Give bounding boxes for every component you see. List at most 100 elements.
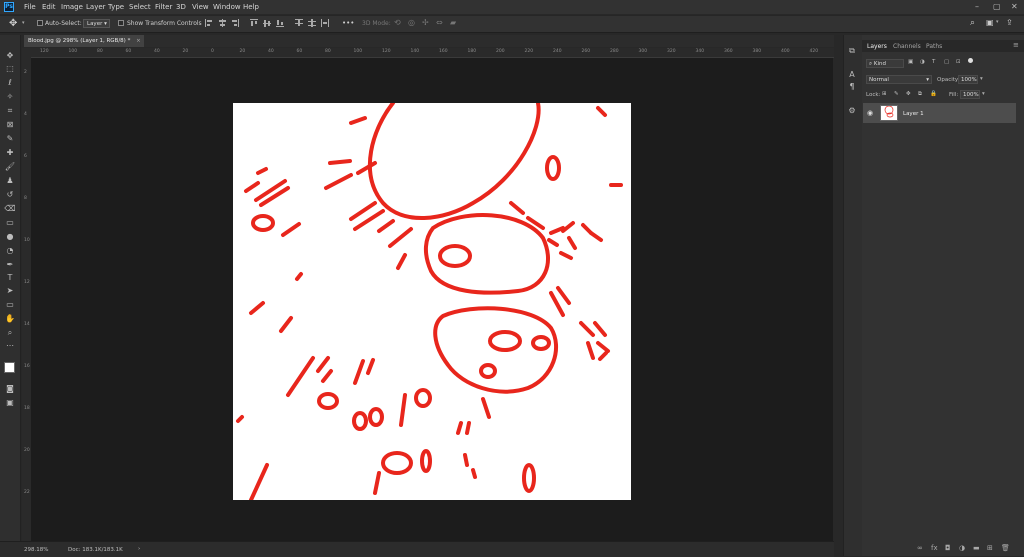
move-tool-icon[interactable]: ✥ — [9, 18, 17, 29]
close-tab-icon[interactable]: × — [136, 38, 141, 44]
history-panel-icon[interactable]: ⧉ — [847, 46, 857, 56]
clone-stamp-tool-icon[interactable]: ♟ — [4, 176, 16, 186]
lock-transparent-icon[interactable]: ⊞ — [882, 91, 887, 97]
blur-tool-icon[interactable]: ● — [4, 232, 16, 242]
tab-layers[interactable]: Layers — [867, 43, 887, 50]
menu-file[interactable]: File — [24, 3, 36, 11]
eraser-tool-icon[interactable]: ⌫ — [4, 204, 16, 214]
character-panel-icon[interactable]: A — [847, 70, 857, 80]
maximize-icon[interactable]: ▢ — [993, 2, 1001, 11]
align-left-icon[interactable] — [205, 19, 213, 27]
dodge-tool-icon[interactable]: ◔ — [4, 246, 16, 256]
menu-layer[interactable]: Layer — [86, 3, 106, 11]
layer-style-icon[interactable]: fx — [931, 544, 938, 552]
zoom-tool-icon[interactable]: ⌕ — [4, 328, 16, 338]
filter-type-icon[interactable]: T — [932, 59, 935, 65]
gradient-tool-icon[interactable]: ▭ — [4, 218, 16, 228]
link-layers-icon[interactable]: ∞ — [917, 544, 923, 552]
marquee-tool-icon[interactable]: ⬚ — [4, 64, 16, 74]
healing-brush-tool-icon[interactable]: ✚ — [4, 148, 16, 158]
panel-menu-icon[interactable]: ≡ — [1013, 41, 1019, 49]
workspace-icon[interactable]: ▣ — [986, 18, 994, 27]
menu-edit[interactable]: Edit — [42, 3, 56, 11]
lock-artboard-icon[interactable]: ⧉ — [918, 91, 922, 98]
magic-wand-tool-icon[interactable]: ✧ — [4, 92, 16, 102]
rectangle-tool-icon[interactable]: ▭ — [4, 300, 16, 310]
quick-mask-icon[interactable]: ◙ — [4, 384, 16, 394]
paragraph-panel-icon[interactable]: ¶ — [847, 82, 857, 92]
layer-name[interactable]: Layer 1 — [903, 111, 924, 117]
visibility-eye-icon[interactable]: ◉ — [867, 109, 873, 117]
distribute-horizontal-icon[interactable] — [321, 19, 329, 27]
lock-all-icon[interactable]: 🔒 — [930, 91, 937, 97]
minimize-icon[interactable]: – — [975, 2, 979, 11]
pen-tool-icon[interactable]: ✒ — [4, 260, 16, 270]
menu-help[interactable]: Help — [243, 3, 259, 11]
close-window-icon[interactable]: ✕ — [1011, 2, 1018, 11]
frame-tool-icon[interactable]: ⊠ — [4, 120, 16, 130]
adjustment-layer-icon[interactable]: ◑ — [959, 544, 965, 552]
brush-tool-icon[interactable]: 🖌 — [4, 162, 16, 172]
eyedropper-tool-icon[interactable]: ✎ — [4, 134, 16, 144]
layer-thumbnail[interactable] — [880, 105, 898, 121]
auto-select-checkbox[interactable] — [37, 20, 43, 26]
new-group-icon[interactable]: ▬ — [973, 544, 980, 552]
delete-layer-icon[interactable]: 🗑 — [1001, 544, 1010, 552]
slide-3d-icon[interactable]: ⇔ — [436, 18, 443, 27]
pan-3d-icon[interactable]: ✢ — [422, 18, 429, 27]
align-center-icon[interactable] — [218, 19, 226, 27]
menu-filter[interactable]: Filter — [155, 3, 172, 11]
filter-toggle-icon[interactable] — [968, 58, 973, 63]
lock-position-icon[interactable]: ✥ — [906, 91, 911, 97]
edit-toolbar-icon[interactable]: ⋯ — [4, 341, 16, 351]
filter-pixel-icon[interactable]: ▣ — [908, 59, 913, 65]
layer-mask-icon[interactable]: ◘ — [945, 544, 951, 552]
tab-paths[interactable]: Paths — [926, 43, 942, 50]
path-selection-tool-icon[interactable]: ➤ — [4, 286, 16, 296]
photoshop-logo-icon[interactable]: Ps — [4, 2, 14, 12]
chevron-down-icon[interactable]: ▾ — [22, 20, 25, 26]
more-options-button[interactable]: ••• — [342, 19, 354, 27]
properties-panel-icon[interactable]: ⚙ — [847, 106, 857, 116]
show-transform-checkbox[interactable] — [118, 20, 124, 26]
document-tab[interactable]: Blood.jpg @ 298% (Layer 1, RGB/8) * × — [24, 35, 144, 47]
menu-view[interactable]: View — [192, 3, 209, 11]
menu-window[interactable]: Window — [213, 3, 241, 11]
filter-adjustment-icon[interactable]: ◑ — [920, 59, 925, 65]
filter-kind-dropdown[interactable]: ⌕ Kind — [866, 59, 904, 68]
search-icon[interactable]: ⌕ — [970, 18, 975, 28]
lock-image-icon[interactable]: ✎ — [894, 91, 899, 97]
menu-image[interactable]: Image — [61, 3, 83, 11]
video-3d-icon[interactable]: ▰ — [450, 18, 456, 27]
filter-shape-icon[interactable]: ▢ — [944, 59, 949, 65]
auto-select-dropdown[interactable]: Layer ▾ — [83, 19, 110, 28]
workspace-chevron-icon[interactable]: ▾ — [996, 19, 999, 25]
align-right-icon[interactable] — [231, 19, 239, 27]
lasso-tool-icon[interactable]: ℓ — [4, 78, 16, 88]
document-canvas[interactable] — [233, 103, 631, 500]
type-tool-icon[interactable]: T — [4, 273, 16, 283]
roll-3d-icon[interactable]: ◎ — [408, 18, 415, 27]
distribute-center-icon[interactable] — [308, 19, 316, 27]
align-top-icon[interactable] — [250, 19, 258, 27]
fill-chevron-icon[interactable]: ▾ — [982, 91, 985, 97]
foreground-color-swatch[interactable] — [4, 362, 15, 373]
move-tool-icon[interactable]: ✥ — [4, 51, 16, 61]
crop-tool-icon[interactable]: ⌗ — [4, 106, 16, 116]
history-brush-tool-icon[interactable]: ↺ — [4, 190, 16, 200]
align-bottom-icon[interactable] — [276, 19, 284, 27]
menu-type[interactable]: Type — [108, 3, 124, 11]
new-layer-icon[interactable]: ⊞ — [987, 544, 993, 552]
opacity-field[interactable]: 100% — [958, 75, 978, 84]
opacity-chevron-icon[interactable]: ▾ — [980, 76, 983, 82]
hand-tool-icon[interactable]: ✋ — [4, 314, 16, 324]
fill-field[interactable]: 100% — [960, 90, 980, 99]
distribute-top-icon[interactable] — [295, 19, 303, 27]
status-menu-arrow-icon[interactable]: › — [138, 546, 140, 552]
filter-smart-object-icon[interactable]: ⊡ — [956, 59, 961, 65]
screen-mode-icon[interactable]: ▣ — [4, 398, 16, 408]
menu-select[interactable]: Select — [129, 3, 151, 11]
orbit-3d-icon[interactable]: ⟲ — [394, 18, 401, 27]
blend-mode-dropdown[interactable]: Normal ▾ — [866, 75, 932, 84]
menu-3d[interactable]: 3D — [176, 3, 186, 11]
